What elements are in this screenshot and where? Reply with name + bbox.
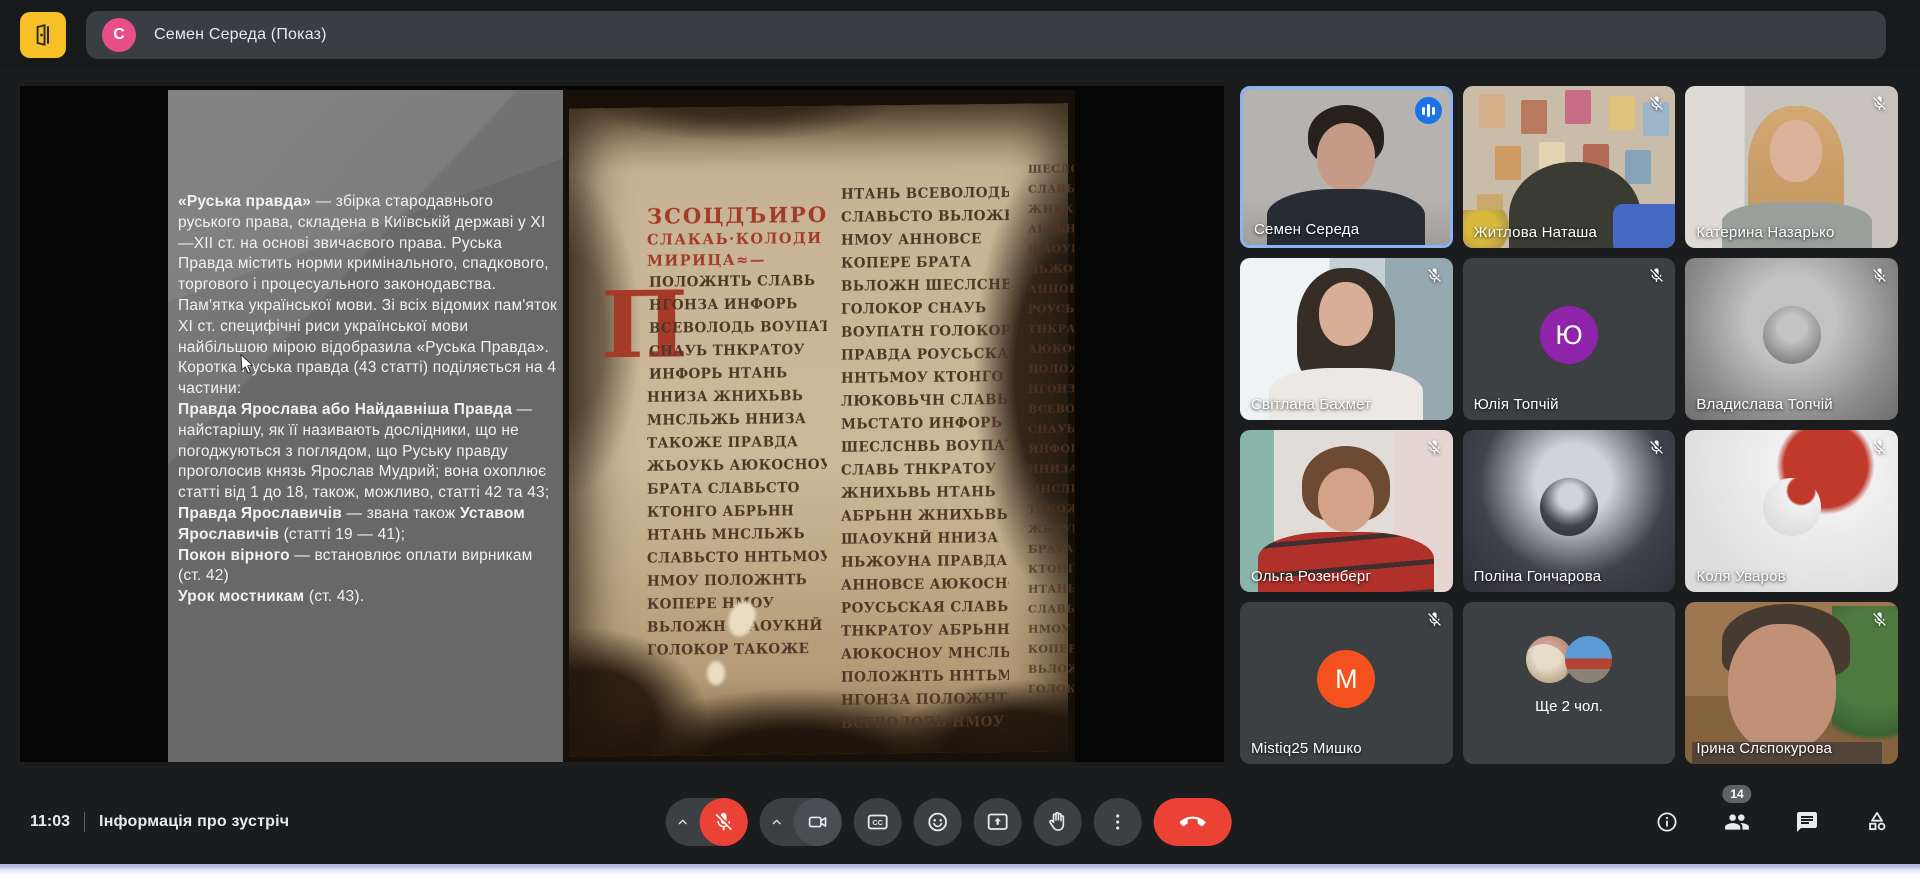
mouse-cursor <box>238 354 256 374</box>
manuscript-column-right: НТАНЬ ВСЕВОЛОДЬСЛАВЬСТО ВЬЛОЖННМОУ АННОВ… <box>841 182 1009 736</box>
raise-hand-icon <box>1046 810 1070 834</box>
control-bar: 11:03 Інформація про зустріч <box>0 764 1920 864</box>
chat-icon <box>1795 810 1819 834</box>
participant-count-badge: 14 <box>1722 785 1751 803</box>
participant-tile[interactable]: Семен Середа <box>1240 86 1453 248</box>
chevron-up-icon <box>675 814 691 830</box>
mic-muted-icon <box>1426 611 1443 628</box>
participant-name: Житлова Наташа <box>1474 224 1597 241</box>
participant-tile[interactable]: Ще 2 чол. <box>1463 602 1676 764</box>
mic-muted-icon <box>1426 439 1443 456</box>
manuscript-photo: ЗСОЦДЪИРОСЛАКАЬ·КОЛОДИМИРИЦА≈— П ПОЛОЖНТ… <box>563 90 1075 762</box>
chat-button[interactable] <box>1792 807 1822 837</box>
camera-control <box>760 798 842 846</box>
raise-hand-button[interactable] <box>1034 798 1082 846</box>
activities-icon <box>1864 809 1890 835</box>
mic-muted-icon <box>1871 267 1888 284</box>
participant-tile[interactable]: Коля Уваров <box>1685 430 1898 592</box>
participant-name: Ольга Розенберг <box>1251 568 1371 585</box>
more-options-button[interactable] <box>1094 798 1142 846</box>
participant-tile[interactable]: Світлана Бахмет <box>1240 258 1453 420</box>
presentation-stage: «Руська правда» — збірка стародавнього р… <box>20 86 1224 762</box>
participant-tile[interactable]: ЮЮлія Топчій <box>1463 258 1676 420</box>
captions-button[interactable]: CC <box>854 798 902 846</box>
mic-mute-button[interactable] <box>700 798 748 846</box>
call-end-icon <box>1180 809 1206 835</box>
present-button[interactable] <box>974 798 1022 846</box>
panel-controls: 14 <box>1652 807 1892 837</box>
door-app-icon[interactable] <box>20 12 66 58</box>
meeting-details-button[interactable] <box>1652 807 1682 837</box>
slide-text-panel: «Руська правда» — збірка стародавнього р… <box>168 90 563 762</box>
participant-tile[interactable]: Житлова Наташа <box>1463 86 1676 248</box>
captions-icon: CC <box>866 810 890 834</box>
mic-muted-icon <box>1426 267 1443 284</box>
participant-tile[interactable]: Катерина Назарько <box>1685 86 1898 248</box>
meet-app: C Семен Середа (Показ) «Руська правда» —… <box>0 0 1920 874</box>
avatar <box>1565 636 1612 683</box>
clock: 11:03 <box>30 813 70 831</box>
presenter-avatar: C <box>102 18 136 52</box>
participant-tile[interactable]: MMistiq25 Мишко <box>1240 602 1453 764</box>
presenter-title: Семен Середа (Показ) <box>154 26 327 44</box>
mic-options-button[interactable] <box>666 814 700 830</box>
participant-name: Поліна Гончарова <box>1474 568 1602 585</box>
top-bar: C Семен Середа (Показ) <box>0 0 1920 70</box>
participant-name: Ірина Слєпокурова <box>1696 740 1832 757</box>
group-more-label: Ще 2 чол. <box>1463 698 1676 715</box>
meeting-info-label: Інформація про зустріч <box>99 813 289 831</box>
mic-muted-icon <box>1871 611 1888 628</box>
manuscript-column-left: ЗСОЦДЪИРОСЛАКАЬ·КОЛОДИМИРИЦА≈— П ПОЛОЖНТ… <box>647 202 827 663</box>
participant-name: Юлія Топчій <box>1474 396 1559 413</box>
people-icon <box>1724 809 1750 835</box>
window-edge-strip <box>0 864 1920 874</box>
participant-name: Семен Середа <box>1254 221 1359 238</box>
mic-muted-icon <box>1648 267 1665 284</box>
mic-off-icon <box>713 811 735 833</box>
reactions-button[interactable] <box>914 798 962 846</box>
participant-tile[interactable]: Ірина Слєпокурова <box>1685 602 1898 764</box>
present-screen-icon <box>986 810 1010 834</box>
participant-tile[interactable]: Владислава Топчій <box>1685 258 1898 420</box>
camera-options-button[interactable] <box>760 814 794 830</box>
manuscript-column-edge: ШЕСЛСНСЛАВЬ ЖНИХЬВАБРЬННШАОУКННЬЖОУНАННО… <box>1028 159 1074 699</box>
meeting-info-group: 11:03 Інформація про зустріч <box>30 812 430 832</box>
presenter-chip[interactable]: C Семен Середа (Показ) <box>86 11 1886 59</box>
participant-tile[interactable]: Поліна Гончарова <box>1463 430 1676 592</box>
participant-name: Коля Уваров <box>1696 568 1785 585</box>
svg-text:CC: CC <box>872 818 883 827</box>
mic-muted-icon <box>1871 95 1888 112</box>
chevron-up-icon <box>769 814 785 830</box>
camera-toggle-button[interactable] <box>794 798 842 846</box>
participant-name: Владислава Топчій <box>1696 396 1833 413</box>
speaking-indicator-icon <box>1415 97 1442 124</box>
manuscript-page: ЗСОЦДЪИРОСЛАКАЬ·КОЛОДИМИРИЦА≈— П ПОЛОЖНТ… <box>569 103 1068 756</box>
call-controls: CC <box>666 798 1232 846</box>
participant-name: Mistiq25 Мишко <box>1251 740 1362 757</box>
mic-muted-icon <box>1871 439 1888 456</box>
door-icon <box>30 22 56 48</box>
mic-control <box>666 798 748 846</box>
page-damage-spot <box>707 661 725 685</box>
mic-muted-icon <box>1648 439 1665 456</box>
participant-name: Світлана Бахмет <box>1251 396 1371 413</box>
mic-muted-icon <box>1648 95 1665 112</box>
more-vert-icon <box>1107 811 1129 833</box>
emoji-icon <box>926 810 950 834</box>
main-area: «Руська правда» — збірка стародавнього р… <box>0 86 1920 764</box>
participants-grid: Семен Середа Житлова Наташа Катерина Назар… <box>1240 86 1898 764</box>
shared-slide: «Руська правда» — збірка стародавнього р… <box>168 90 1075 762</box>
divider <box>84 812 85 832</box>
end-call-button[interactable] <box>1154 798 1232 846</box>
activities-button[interactable] <box>1862 807 1892 837</box>
camera-icon <box>807 811 829 833</box>
participant-name: Катерина Назарько <box>1696 224 1834 241</box>
overflow-avatars <box>1463 636 1676 683</box>
slide-text: «Руська правда» — збірка стародавнього р… <box>178 192 559 608</box>
participants-button[interactable]: 14 <box>1722 807 1752 837</box>
info-icon <box>1655 810 1679 834</box>
participant-tile[interactable]: Ольга Розенберг <box>1240 430 1453 592</box>
